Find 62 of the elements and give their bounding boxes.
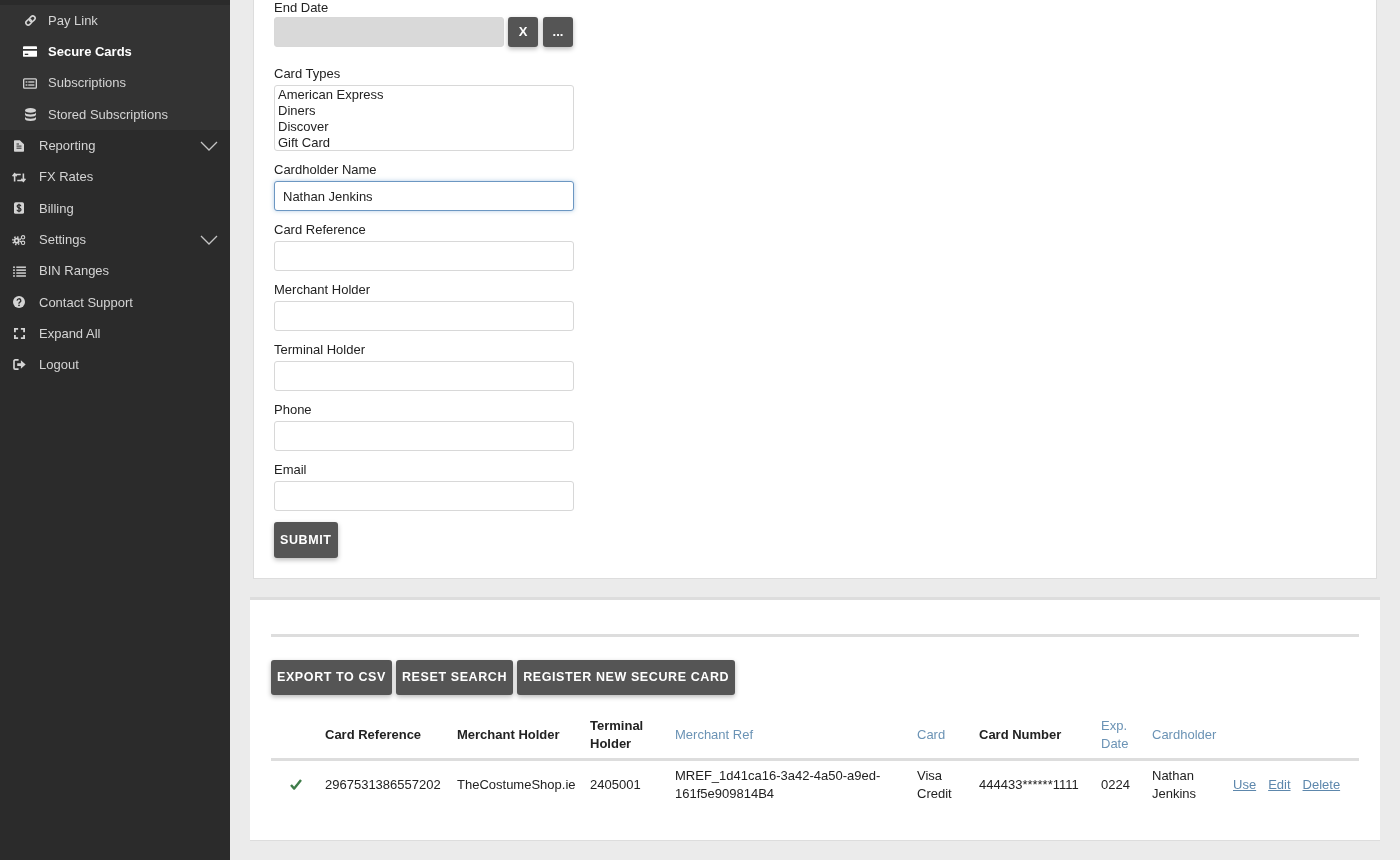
list-card-icon xyxy=(23,77,37,89)
text-field[interactable] xyxy=(274,481,574,511)
sidebar-item[interactable]: Contact Support xyxy=(0,286,230,318)
field-label: Cardholder Name xyxy=(274,162,377,177)
list-icon xyxy=(12,265,26,277)
list-option[interactable]: Gift Card xyxy=(277,135,571,150)
table-cell: MREF_1d41ca16-3a42-4a50-a9ed-161f5e909814B4 xyxy=(668,759,910,809)
column-header: Card Reference xyxy=(325,726,422,745)
field-label: Email xyxy=(274,462,307,477)
edit-link[interactable]: Edit xyxy=(1268,776,1291,792)
column-header: Card Number xyxy=(979,726,1062,745)
text-field[interactable] xyxy=(274,421,574,451)
field-label: Merchant Holder xyxy=(274,282,371,297)
table-cell: 0224 xyxy=(1094,759,1145,809)
sidebar-item[interactable]: Billing xyxy=(0,192,230,225)
sidebar-item[interactable]: Stored Subscriptions xyxy=(0,98,230,131)
field-label: Terminal Holder xyxy=(274,342,366,357)
sidebar-item[interactable]: BIN Ranges xyxy=(0,255,230,287)
sidebar-item[interactable]: Settings xyxy=(0,224,230,256)
table-cell: 2405001 xyxy=(583,759,668,809)
text-field[interactable]: Nathan Jenkins xyxy=(274,181,574,211)
dollar-icon xyxy=(14,202,24,215)
sidebar-item[interactable]: Subscriptions xyxy=(0,67,230,99)
use-link[interactable]: Use xyxy=(1233,776,1257,792)
field-label: End Date xyxy=(274,0,329,15)
field-label: Phone xyxy=(274,402,312,417)
sidebar-item[interactable]: Secure Cards xyxy=(0,36,230,68)
export-csv-button[interactable]: EXPORT TO CSV xyxy=(271,660,392,695)
table-cell: 444433******1111 xyxy=(972,759,1094,809)
sidebar-item[interactable]: Reporting xyxy=(0,130,230,162)
sidebar-item[interactable]: Pay Link xyxy=(0,5,230,37)
gears-icon xyxy=(12,233,26,246)
field-label: Card Reference xyxy=(274,222,366,237)
sidebar-item[interactable]: FX Rates xyxy=(0,161,230,193)
reset-search-button[interactable]: RESET SEARCH xyxy=(396,660,514,695)
text-field[interactable] xyxy=(274,241,574,271)
list-option[interactable]: Diners xyxy=(277,103,571,119)
list-option[interactable]: American Express xyxy=(277,87,571,103)
logout-icon xyxy=(12,359,26,371)
column-header: Terminal Holder xyxy=(590,717,645,754)
text-field[interactable] xyxy=(274,301,574,331)
table-cell: 2967531386557202 xyxy=(318,759,450,809)
card-types-listbox[interactable]: American Express Diners Discover Gift Card xyxy=(274,85,574,151)
document-icon xyxy=(14,139,24,152)
table-cell: Nathan Jenkins xyxy=(1145,759,1226,809)
register-card-button[interactable]: REGISTER NEW SECURE CARD xyxy=(517,660,736,695)
delete-link[interactable]: Delete xyxy=(1302,776,1341,792)
list-option[interactable]: Discover xyxy=(277,119,571,135)
sidebar-item[interactable]: Logout xyxy=(0,349,230,381)
sidebar-item[interactable]: Expand All xyxy=(0,317,230,350)
link-icon xyxy=(23,14,37,28)
text-field[interactable] xyxy=(274,361,574,391)
help-icon xyxy=(13,296,25,309)
database-icon xyxy=(24,108,36,122)
table-cell: TheCostumeShop.ie xyxy=(450,759,583,809)
column-header: Merchant Holder xyxy=(457,726,560,745)
submit-button[interactable]: SUBMIT xyxy=(274,522,338,558)
swap-arrows-icon xyxy=(12,171,26,183)
credit-card-icon xyxy=(23,46,37,58)
expand-icon xyxy=(13,328,25,340)
table-cell: Visa Credit xyxy=(910,759,972,809)
field-label: Card Types xyxy=(274,66,341,81)
